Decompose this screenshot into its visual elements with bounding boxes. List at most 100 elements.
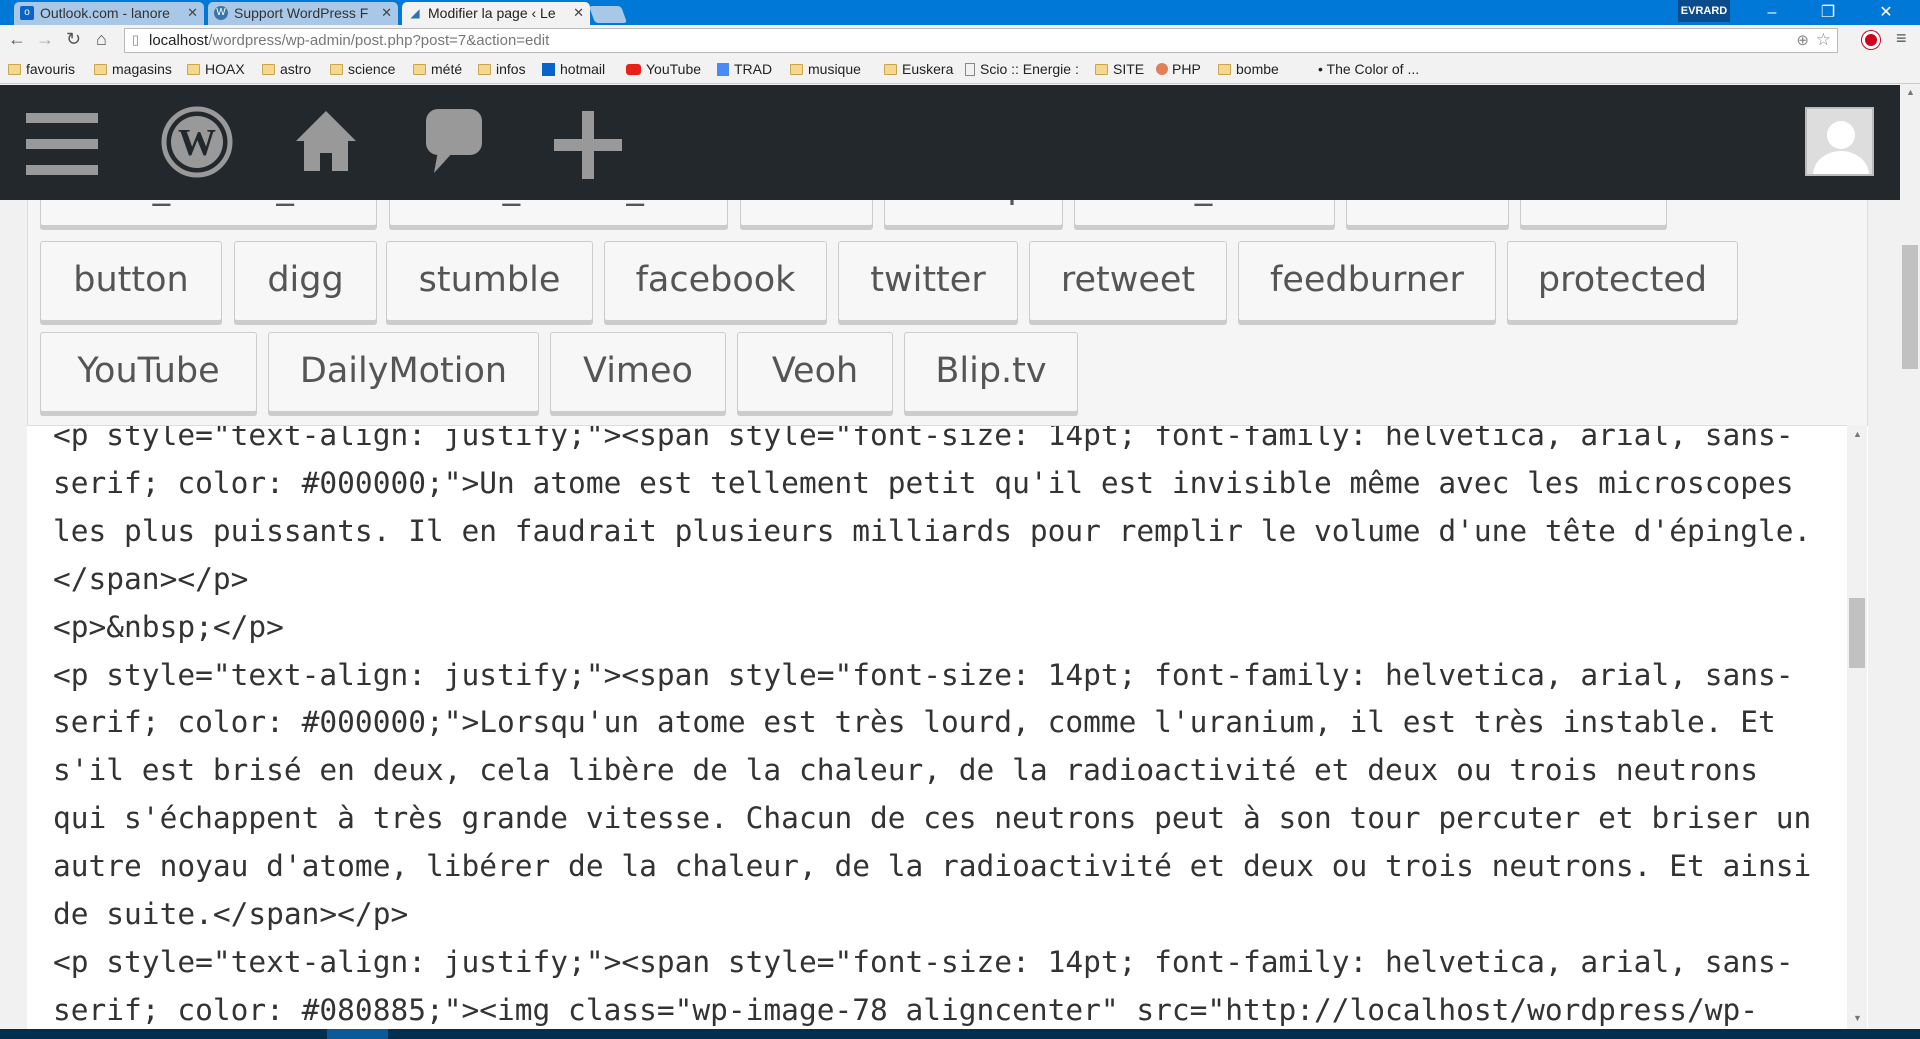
quicktag-vimeo[interactable]: Vimeo — [550, 332, 726, 412]
bookmark-magasins[interactable]: magasins — [94, 61, 172, 77]
folder-icon — [1095, 64, 1108, 75]
textarea-scroll-thumb[interactable] — [1849, 598, 1865, 668]
translate-icon — [717, 63, 729, 76]
close-window-icon[interactable]: ✕ — [1858, 0, 1914, 25]
tab-label: Modifier la page ‹ Le — [428, 5, 556, 21]
reload-icon[interactable]: ↻ — [66, 29, 81, 50]
close-icon[interactable]: ✕ — [573, 5, 584, 21]
bookmark-label: magasins — [112, 61, 172, 77]
comment-icon[interactable] — [424, 107, 484, 175]
profile-name[interactable]: EVRARD — [1678, 0, 1730, 22]
bookmark-m-t[interactable]: mété — [413, 61, 462, 77]
taskbar-active-app[interactable] — [327, 1029, 388, 1039]
taskbar — [0, 1029, 1920, 1039]
bookmark-label: infos — [496, 61, 526, 77]
quicktag-veoh[interactable]: Veoh — [737, 332, 893, 412]
code-line: </span></p> — [53, 561, 249, 596]
bookmark-trad[interactable]: TRAD — [717, 61, 772, 77]
page-scrollbar[interactable]: ▲ — [1900, 85, 1920, 1029]
wordpress-logo-icon[interactable]: W — [160, 105, 234, 179]
bookmark-label: SITE — [1113, 61, 1145, 77]
bookmark-youtube[interactable]: YouTube — [626, 61, 701, 77]
code-line: <p style="text-align: justify;"><span st… — [53, 657, 1794, 692]
bookmarks-bar: favouris magasins HOAX astro science mété info… — [0, 57, 1920, 84]
menu-icon[interactable]: ≡ — [1896, 28, 1907, 49]
quicktag-button[interactable]: button — [40, 241, 222, 321]
tab-label: Outlook.com - lanore — [40, 5, 170, 21]
bookmark-euskera[interactable]: Euskera — [884, 61, 953, 77]
bookmark-label: science — [348, 61, 396, 77]
bookmark-astro[interactable]: astro — [262, 61, 311, 77]
quicktag-feedburner[interactable]: feedburner — [1238, 241, 1496, 321]
bookmark-label: astro — [280, 61, 312, 77]
youtube-icon — [626, 64, 641, 75]
quicktag-retweet[interactable]: retweet — [1029, 241, 1227, 321]
bookmark-label: favouris — [26, 61, 76, 77]
folder-icon — [262, 64, 275, 75]
star-icon[interactable]: ☆ — [1816, 30, 1831, 50]
bookmark-scio-energie[interactable]: Scio :: Energie : — [965, 61, 1079, 77]
home-icon[interactable]: ⌂ — [96, 29, 107, 50]
quicktag-blip-tv[interactable]: Blip.tv — [904, 332, 1078, 412]
back-icon[interactable]: ← — [8, 29, 26, 50]
restore-icon[interactable]: ❐ — [1800, 0, 1856, 25]
minimize-icon[interactable]: – — [1744, 0, 1800, 25]
bookmark-favouris[interactable]: favouris — [8, 61, 75, 77]
close-icon[interactable]: ✕ — [187, 5, 198, 21]
textarea-scrollbar[interactable]: ▲ ▼ — [1847, 425, 1867, 1029]
content-textarea[interactable]: <p style="text-align: justify;"><span st… — [27, 425, 1868, 1029]
bookmark-the-color-of[interactable]: • The Color of ... — [1318, 61, 1419, 77]
folder-icon — [8, 64, 21, 75]
outlook-icon: o — [20, 6, 34, 20]
close-icon[interactable]: ✕ — [381, 5, 392, 21]
page-icon — [965, 63, 975, 76]
page-scroll-thumb[interactable] — [1902, 245, 1918, 369]
code-line: les plus puissants. Il en faudrait plusi… — [53, 513, 1812, 548]
bookmark-label: musique — [808, 61, 861, 77]
home-icon[interactable] — [294, 109, 358, 173]
svg-text:W: W — [178, 122, 216, 164]
code-line: de suite.</span></p> — [53, 897, 409, 932]
bookmark-label: Euskera — [902, 61, 954, 77]
php-icon — [1156, 63, 1168, 75]
new-tab-button[interactable] — [588, 6, 628, 23]
bookmark-php[interactable]: PHP — [1156, 61, 1201, 77]
browser-toolbar: ← → ↻ ⌂ ▯ localhost/wordpress/wp-admin/p… — [0, 25, 1920, 57]
tab-outlook[interactable]: o Outlook.com - lanore ✕ — [14, 2, 204, 25]
menu-icon[interactable] — [26, 113, 98, 175]
page-icon: ▯ — [132, 32, 140, 47]
quicktag-protected[interactable]: protected — [1507, 241, 1738, 321]
url-host: localhost — [149, 32, 209, 49]
quicktag-digg[interactable]: digg — [234, 241, 377, 321]
bookmark-label: TRAD — [734, 61, 773, 77]
quicktag-stumble[interactable]: stumble — [386, 241, 593, 321]
folder-icon — [1218, 64, 1231, 75]
avatar[interactable] — [1805, 107, 1874, 176]
bookmark-hotmail[interactable]: hotmail — [542, 61, 605, 77]
quicktag-twitter[interactable]: twitter — [838, 241, 1018, 321]
zoom-icon[interactable]: ⊕ — [1796, 31, 1809, 49]
bookmark-label: PHP — [1172, 61, 1201, 77]
tab-modifier-la-page[interactable]: ◢ Modifier la page ‹ Le ✕ — [402, 2, 590, 25]
tab-strip: o Outlook.com - lanore ✕ W Support WordPres… — [0, 0, 1920, 25]
quicktag-dailymotion[interactable]: DailyMotion — [268, 332, 539, 412]
tab-wordpress-support[interactable]: W Support WordPress F ✕ — [208, 2, 398, 25]
bookmark-hoax[interactable]: HOAX — [187, 61, 245, 77]
plus-icon[interactable] — [554, 111, 622, 179]
code-line: s'il est brisé en deux, cela libère de l… — [53, 753, 1759, 788]
bookmark-infos[interactable]: infos — [478, 61, 526, 77]
bookmark-science[interactable]: science — [330, 61, 395, 77]
url-path: /wordpress/wp-admin/post.php?post=7&acti… — [208, 32, 550, 49]
quicktag-youtube[interactable]: YouTube — [40, 332, 257, 412]
folder-icon — [94, 64, 107, 75]
bookmark-bombe[interactable]: bombe — [1218, 61, 1279, 77]
outlook-icon — [542, 63, 555, 76]
bookmark-musique[interactable]: musique — [790, 61, 861, 77]
quicktag-facebook[interactable]: facebook — [604, 241, 827, 321]
code-line: serif; color: #000000;">Un atome est tel… — [53, 465, 1794, 500]
address-bar[interactable]: ▯ localhost/wordpress/wp-admin/post.php?… — [124, 28, 1838, 53]
forward-icon[interactable]: → — [36, 29, 54, 50]
folder-icon — [330, 64, 343, 75]
bookmark-site[interactable]: SITE — [1095, 61, 1144, 77]
adblock-icon[interactable] — [1862, 31, 1880, 49]
